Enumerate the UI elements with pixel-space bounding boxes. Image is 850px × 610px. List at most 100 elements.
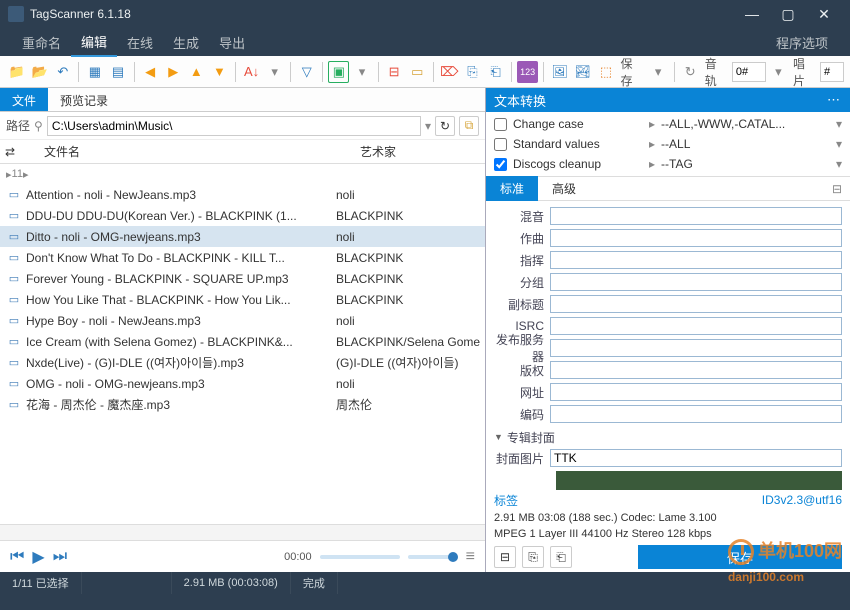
number-icon[interactable]: 123 — [517, 61, 538, 83]
filter-icon[interactable]: ▽ — [296, 61, 317, 83]
h-scrollbar[interactable] — [0, 524, 485, 540]
cover-input[interactable] — [550, 449, 842, 467]
shuffle-icon[interactable]: ⇄ — [0, 145, 20, 159]
save-dd-icon[interactable]: ▾ — [648, 61, 669, 83]
field-input[interactable] — [550, 339, 842, 357]
transform-row[interactable]: Discogs cleanup▸--TAG▾ — [494, 154, 842, 174]
image2-icon[interactable]: 🏞 — [572, 61, 593, 83]
file-icon: ▭ — [6, 398, 22, 411]
transform-row[interactable]: Change case▸--ALL,-WWW,-CATAL...▾ — [494, 114, 842, 134]
transform-row[interactable]: Standard values▸--ALL▾ — [494, 134, 842, 154]
transform-checkbox[interactable] — [494, 158, 507, 171]
chevron-down-icon[interactable]: ▾ — [836, 137, 842, 151]
menu-export[interactable]: 导出 — [209, 29, 255, 56]
tag-copy-icon[interactable]: ⎘ — [462, 61, 483, 83]
chevron-down-icon[interactable]: ▾ — [836, 117, 842, 131]
grid-icon[interactable]: ▦ — [84, 61, 105, 83]
field-input[interactable] — [550, 207, 842, 225]
field-input[interactable] — [550, 405, 842, 423]
nav-back-icon[interactable]: ◀ — [140, 61, 161, 83]
sort-dd-icon[interactable]: ▾ — [264, 61, 285, 83]
file-row[interactable]: ▭Hype Boy - noli - NewJeans.mp3noli — [0, 310, 485, 331]
tab-files[interactable]: 文件 — [0, 88, 48, 111]
subtab-advanced[interactable]: 高级 — [538, 176, 590, 201]
path-dd-icon[interactable]: ▾ — [425, 119, 431, 133]
subtab-collapse-icon[interactable]: ⊟ — [832, 182, 850, 196]
file-row[interactable]: ▭花海 - 周杰伦 - 魔杰座.mp3周杰伦 — [0, 394, 485, 415]
cover-image[interactable]: 👁 — [556, 471, 842, 490]
tag-info: ID3v2.3@utf16 — [762, 493, 842, 507]
script-icon[interactable]: ⬚ — [595, 61, 616, 83]
file-row[interactable]: ▭Attention - noli - NewJeans.mp3noli — [0, 184, 485, 205]
nav-down-icon[interactable]: ▼ — [209, 61, 230, 83]
volume-slider[interactable] — [408, 555, 458, 559]
disc-input[interactable] — [820, 62, 844, 82]
chevron-down-icon[interactable]: ▾ — [836, 157, 842, 171]
subtab-standard[interactable]: 标准 — [486, 176, 538, 201]
tab-preview[interactable]: 预览记录 — [48, 88, 120, 111]
new-folder-icon[interactable]: 📂 — [29, 61, 50, 83]
reload-icon[interactable]: ↻ — [680, 61, 701, 83]
field-input[interactable] — [550, 383, 842, 401]
nav-up-icon[interactable]: ▲ — [186, 61, 207, 83]
field-input[interactable] — [550, 317, 842, 335]
file-row[interactable]: ▭Nxde(Live) - (G)I-DLE ((여자)아이들).mp3(G)I… — [0, 352, 485, 373]
menu-edit[interactable]: 编辑 — [71, 28, 117, 57]
field-input[interactable] — [550, 295, 842, 313]
file-row[interactable]: ▭Don't Know What To Do - BLACKPINK - KIL… — [0, 247, 485, 268]
save-button[interactable]: 保存 — [638, 545, 842, 569]
list-icon[interactable]: ▤ — [107, 61, 128, 83]
file-row[interactable]: ▭OMG - noli - OMG-newjeans.mp3noli — [0, 373, 485, 394]
path-input[interactable] — [47, 116, 421, 136]
transform-checkbox[interactable] — [494, 138, 507, 151]
transform-checkbox[interactable] — [494, 118, 507, 131]
field-input[interactable] — [550, 229, 842, 247]
menu-online[interactable]: 在线 — [117, 29, 163, 56]
prev-button[interactable]: ⏮ — [10, 548, 24, 566]
col-artist[interactable]: 艺术家 — [356, 143, 485, 160]
tag-paste-icon[interactable]: ⎗ — [485, 61, 506, 83]
maximize-button[interactable]: ▢ — [770, 6, 806, 23]
group-row[interactable]: ▸ 11 ▸ — [0, 164, 485, 184]
save-dropdown-label[interactable]: 保存 — [619, 55, 646, 89]
file-row[interactable]: ▭Ice Cream (with Selena Gomez) - BLACKPI… — [0, 331, 485, 352]
file-row[interactable]: ▭Ditto - noli - OMG-newjeans.mp3noli — [0, 226, 485, 247]
album-section-label[interactable]: 专辑封面 — [507, 429, 555, 446]
eq-icon[interactable]: ≡ — [466, 548, 475, 566]
highlight-icon[interactable]: ▭ — [407, 61, 428, 83]
selection-dd-icon[interactable]: ▾ — [351, 61, 372, 83]
action3-button[interactable]: ⎗ — [550, 546, 572, 568]
action1-button[interactable]: ⊟ — [494, 546, 516, 568]
browse-button[interactable]: ⧉ — [459, 116, 479, 136]
menu-options[interactable]: 程序选项 — [766, 29, 838, 56]
file-row[interactable]: ▭Forever Young - BLACKPINK - SQUARE UP.m… — [0, 268, 485, 289]
col-filename[interactable]: 文件名 — [20, 143, 356, 160]
selection-icon[interactable]: ▣ — [328, 61, 349, 83]
path-pin-icon[interactable]: ⚲ — [34, 119, 43, 133]
sort-icon[interactable]: A↓ — [241, 61, 262, 83]
file-row[interactable]: ▭DDU-DU DDU-DU(Korean Ver.) - BLACKPINK … — [0, 205, 485, 226]
file-row[interactable]: ▭How You Like That - BLACKPINK - How You… — [0, 289, 485, 310]
close-button[interactable]: ✕ — [806, 6, 842, 23]
next-button[interactable]: ⏭ — [53, 548, 67, 566]
panel-menu-icon[interactable]: ⋯ — [827, 92, 842, 108]
field-input[interactable] — [550, 251, 842, 269]
field-input[interactable] — [550, 273, 842, 291]
action2-button[interactable]: ⎘ — [522, 546, 544, 568]
undo-icon[interactable]: ↶ — [52, 61, 73, 83]
minimize-button[interactable]: — — [734, 6, 770, 22]
nav-fwd-icon[interactable]: ▶ — [163, 61, 184, 83]
menu-generate[interactable]: 生成 — [163, 29, 209, 56]
tag-label[interactable]: 标签 — [494, 492, 518, 509]
open-folder-icon[interactable]: 📁 — [6, 61, 27, 83]
progress-bar[interactable] — [320, 555, 400, 559]
image-icon[interactable]: 🖼 — [549, 61, 570, 83]
play-button[interactable]: ▶ — [32, 547, 44, 567]
track-dd-icon[interactable]: ▾ — [768, 61, 789, 83]
remove-icon[interactable]: ⊟ — [384, 61, 405, 83]
menu-rename[interactable]: 重命名 — [12, 29, 71, 56]
field-input[interactable] — [550, 361, 842, 379]
tag-clear-icon[interactable]: ⌦ — [439, 61, 460, 83]
refresh-button[interactable]: ↻ — [435, 116, 455, 136]
track-input[interactable] — [732, 62, 766, 82]
